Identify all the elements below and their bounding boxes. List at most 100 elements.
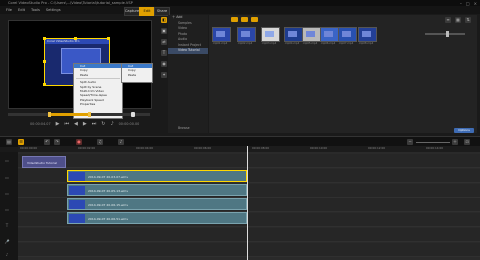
thumb-label: clip04.mp4 [284,42,300,45]
graphic-icon[interactable]: ◉ [161,61,167,67]
scrub-bar-range [48,113,90,116]
track-row[interactable] [18,228,480,242]
auto-music-icon[interactable]: ♪ [118,139,124,145]
overlay-track-icon[interactable]: ▭ [4,175,10,181]
context-menu: Cut Copy Paste Split Audio Split by Scen… [73,63,123,119]
ctx-item[interactable]: Properties [74,102,122,106]
timeline-clip[interactable]: 2014-09-07 20-06-15.wmv [67,198,247,210]
play-icon[interactable]: ▶ [56,121,60,127]
ruler-label: 00:00:00:00 [20,146,38,150]
overlay-track-icon[interactable]: ▭ [4,191,10,197]
track-row[interactable] [18,154,480,168]
instant-project-icon[interactable]: ▣ [161,28,167,34]
thumb-label: clip05.mp4 [302,42,318,45]
clip-thumbnail [69,200,85,209]
storyboard-view-icon[interactable]: ▤ [6,139,12,145]
music-track-icon[interactable]: ♪ [4,252,10,258]
thumb-label: clip07.mp4 [338,42,354,45]
voice-track-icon[interactable]: 🎤 [4,239,10,245]
library-thumb[interactable] [302,27,321,42]
filter-icon[interactable]: ✦ [161,72,167,78]
clip-heading: Corel VideoStudio Pro [45,39,109,44]
tab-capture[interactable]: Capture [124,6,140,16]
transition-icon[interactable]: ⇄ [161,39,167,45]
video-track-icon[interactable]: ▭ [4,158,10,164]
options-button[interactable]: Options [454,128,474,133]
maximize-icon[interactable]: □ [466,1,470,6]
title-clip[interactable]: VideoStudio Tutorial [22,156,66,168]
clip-label: 2014-09-07 20-05-13.wmv [88,189,129,193]
library-thumb[interactable] [338,27,357,42]
end-icon[interactable]: ⏭ [92,121,97,127]
timeline-clip[interactable]: 2014-09-07 20-03-07.wmv [67,170,247,182]
library-folders: ＋ Add Samples Video Photo Audio Instant … [168,15,208,133]
menu-bar: File Edit Tools Settings [0,6,480,14]
transport-controls: 00:00:04.07 ▶ ⏮ ◀ ▶ ⏭ ↻ ♪ 00:00:00.00 [30,119,160,129]
minimize-icon[interactable]: – [460,1,462,6]
resize-handle[interactable] [74,37,77,40]
browse-button[interactable]: Browse [168,126,190,132]
show-photo-icon[interactable] [241,17,248,22]
volume-icon[interactable]: ♪ [110,121,113,127]
close-icon[interactable]: × [474,1,477,6]
thumbnail-size-slider[interactable] [425,33,465,35]
zoom-slider[interactable] [416,142,450,143]
clip-thumbnail [69,172,85,181]
repeat-icon[interactable]: ↻ [101,121,105,127]
undo-icon[interactable]: ↶ [44,139,50,145]
list-view-icon[interactable]: ≡ [445,17,451,23]
show-video-icon[interactable] [231,17,238,22]
zoom-out-icon[interactable]: − [407,139,413,145]
library-thumb[interactable] [261,27,280,42]
mark-out-handle[interactable] [88,112,91,117]
slider-knob[interactable] [446,31,449,37]
title-track-icon[interactable]: T [4,223,10,229]
media-icon[interactable]: ◧ [161,17,167,23]
timeline-clip[interactable]: 2014-09-07 20-05-13.wmv [67,184,247,196]
ruler-label: 00:00:04:00 [136,146,154,150]
next-frame-icon[interactable]: ▶ [83,121,87,127]
ruler-label: 00:00:10:00 [310,146,328,150]
prev-frame-icon[interactable]: ◀ [74,121,78,127]
resize-handle[interactable] [107,37,110,40]
library-thumb[interactable] [320,27,339,42]
timeline-clip[interactable]: 2014-09-07 20-06-51.wmv [67,212,247,224]
submenu-item[interactable]: Paste [122,73,152,77]
resize-handle[interactable] [43,83,46,86]
thumb-label: clip02.mp4 [237,42,253,45]
record-icon[interactable]: ● [76,139,82,145]
track-row[interactable] [18,243,480,257]
fit-project-icon[interactable]: ⊡ [464,139,470,145]
ctx-item[interactable]: Paste [74,73,122,77]
thumb-label: clip06.mp4 [320,42,336,45]
library-thumb[interactable] [284,27,303,42]
title-icon[interactable]: T [161,50,167,56]
sound-mixer-icon[interactable]: ♫ [97,139,103,145]
tab-edit[interactable]: Edit [139,6,155,16]
window-title: Corel VideoStudio Pro - C:\Users\...\Vid… [8,1,133,5]
scrubber-knob[interactable] [131,112,135,117]
ruler-label: 00:00:08:00 [252,146,270,150]
resize-handle[interactable] [43,37,46,40]
menu-settings[interactable]: Settings [46,8,61,12]
library-thumb[interactable] [237,27,256,42]
library-thumb[interactable] [358,27,377,42]
menu-edit[interactable]: Edit [18,8,25,12]
ruler-label: 00:00:14:00 [426,146,444,150]
resize-handle[interactable] [43,60,46,63]
show-audio-icon[interactable] [251,17,258,22]
mark-in-handle[interactable] [48,112,51,117]
menu-file[interactable]: File [6,8,12,12]
timeline-view-icon[interactable]: ☰ [18,139,24,145]
redo-icon[interactable]: ↷ [54,139,60,145]
thumb-view-icon[interactable]: ▦ [455,17,461,23]
folder-item-selected[interactable]: Video Tutorial [168,48,208,54]
zoom-in-icon[interactable]: ＋ [452,139,458,145]
overlay-track-icon[interactable]: ▭ [4,207,10,213]
sort-icon[interactable]: ⇅ [465,17,471,23]
menu-tools[interactable]: Tools [31,8,40,12]
playhead[interactable] [247,146,248,260]
home-icon[interactable]: ⏮ [64,121,69,127]
library-thumb[interactable] [212,27,231,42]
timecode-right: 00:00:00.00 [118,122,140,126]
